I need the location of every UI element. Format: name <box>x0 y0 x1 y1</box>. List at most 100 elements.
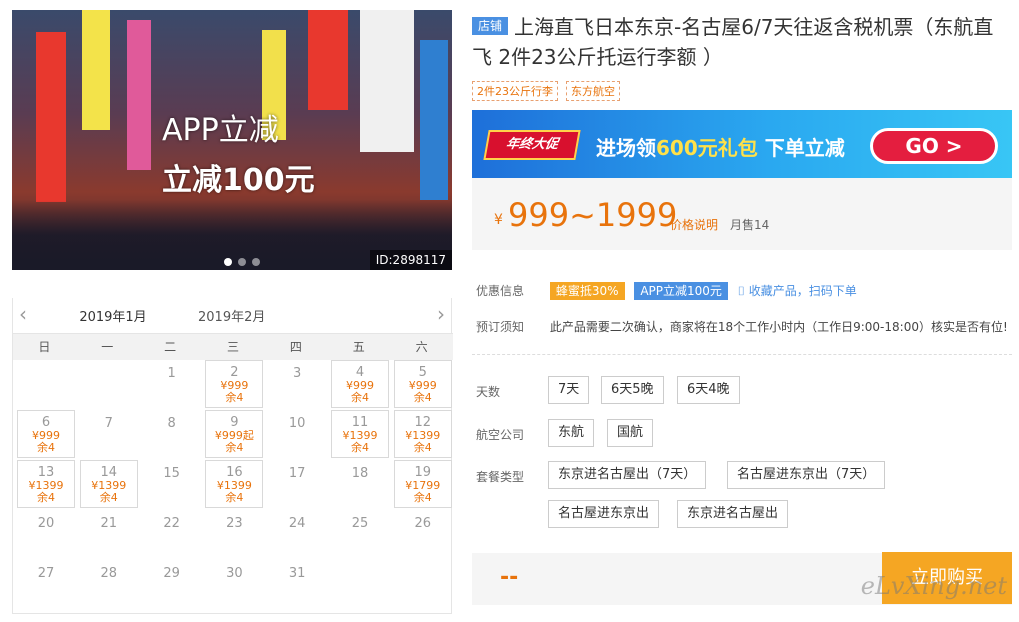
day-remaining: 余4 <box>37 491 55 504</box>
discount-app-tag[interactable]: APP立减100元 <box>634 282 728 300</box>
month-tab-active[interactable]: 2019年1月 <box>63 306 163 337</box>
day-number: 13 <box>37 465 55 480</box>
days-label: 天数 <box>476 385 501 399</box>
calendar-day-available[interactable]: 14 ¥1399 余4 <box>79 460 138 508</box>
day-number: 21 <box>100 516 118 531</box>
day-number: 3 <box>293 366 302 381</box>
product-title-text: 上海直飞日本东京-名古屋6/7天往返含税机票（东航直飞 2件23公斤托运行李额 … <box>472 15 994 69</box>
airline-option[interactable]: 东航 <box>548 419 595 447</box>
calendar-day: 7 <box>80 410 138 458</box>
neon-sign <box>420 40 448 200</box>
package-label: 套餐类型 <box>476 470 525 484</box>
day-number: 5 <box>418 365 427 380</box>
product-tags: 2件23公斤行李 东方航空 <box>472 81 620 101</box>
package-option[interactable]: 名古屋进东京出（7天） <box>727 461 886 489</box>
days-option[interactable]: 6天4晚 <box>677 376 740 404</box>
day-number: 22 <box>163 516 180 531</box>
go-button[interactable]: GO > <box>870 128 998 164</box>
day-number: 11 <box>351 415 369 430</box>
discount-row: 优惠信息 蜂蜜抵30% APP立减100元 ⌷ 收藏产品，扫码下单 <box>476 282 857 300</box>
calendar-day: 17 <box>268 460 326 508</box>
divider <box>472 354 1012 355</box>
calendar-day: 24 <box>268 510 326 558</box>
day-number: 20 <box>37 516 55 531</box>
next-month-icon[interactable]: › <box>437 302 445 326</box>
calendar-day-available[interactable]: 5 ¥999 余4 <box>393 360 452 408</box>
calendar-day: 20 <box>17 510 75 558</box>
collect-scan-link[interactable]: 收藏产品，扫码下单 <box>749 284 857 298</box>
banner-text: 进场领600元礼包 下单立减 <box>596 132 845 161</box>
booking-label: 预订须知 <box>476 320 525 334</box>
discount-honey-tag[interactable]: 蜂蜜抵30% <box>549 282 625 300</box>
calendar-day: 23 <box>205 510 263 558</box>
day-number: 17 <box>288 466 306 481</box>
carousel-dot[interactable] <box>238 258 246 266</box>
day-remaining: 余4 <box>413 441 432 454</box>
product-image[interactable]: APP立减 立减100元 ID:2898117 <box>12 10 452 270</box>
day-remaining: 余4 <box>413 491 432 504</box>
neon-sign <box>127 20 151 170</box>
calendar-day-available[interactable]: 19 ¥1799 余4 <box>393 460 452 508</box>
package-option[interactable]: 东京进名古屋出（7天） <box>548 461 707 489</box>
calendar-day-available[interactable]: 12 ¥1399 余4 <box>393 410 452 458</box>
package-option[interactable]: 东京进名古屋出 <box>677 500 789 528</box>
day-number: 8 <box>167 416 176 431</box>
package-option[interactable]: 名古屋进东京出 <box>548 500 660 528</box>
carousel-dot[interactable] <box>224 258 232 266</box>
carousel-dot[interactable] <box>252 258 260 266</box>
neon-sign <box>360 10 414 152</box>
banner-text-pre: 进场领 <box>596 136 656 160</box>
promo-line-2: 立减100元 <box>162 163 315 198</box>
tag-airline: 东方航空 <box>566 81 620 101</box>
calendar-day-available[interactable]: 13 ¥1399 余4 <box>17 460 75 508</box>
weekday-header: 日 一 二 三 四 五 六 <box>13 334 453 360</box>
calendar-day-available[interactable]: 2 ¥999 余4 <box>205 360 264 408</box>
day-number: 28 <box>100 566 118 581</box>
calendar-day: 27 <box>17 560 75 608</box>
prev-month-icon[interactable]: ‹ <box>19 302 27 326</box>
weekday: 五 <box>352 340 365 354</box>
image-id: ID:2898117 <box>369 250 452 270</box>
airline-option[interactable]: 国航 <box>607 419 654 447</box>
booking-row: 预订须知 此产品需要二次确认，商家将在18个工作小时内（工作日9:00-18:0… <box>476 318 1008 335</box>
calendar-day-available[interactable]: 4 ¥999 余4 <box>331 360 389 408</box>
month-tab[interactable]: 2019年2月 <box>198 306 265 325</box>
day-number: 23 <box>226 516 243 531</box>
monthly-sales: 月售14 <box>730 218 770 232</box>
calendar-day: 8 <box>143 410 201 458</box>
day-number: 7 <box>104 416 113 431</box>
calendar-day: 25 <box>331 510 389 558</box>
weekday: 六 <box>415 340 428 354</box>
calendar-day-available[interactable]: 11 ¥1399 余4 <box>331 410 389 458</box>
day-number: 16 <box>226 465 243 480</box>
day-number: 31 <box>288 566 306 581</box>
price-range: 999~1999 <box>508 196 678 234</box>
days-option[interactable]: 7天 <box>548 376 590 404</box>
tag-baggage: 2件23公斤行李 <box>472 81 558 101</box>
watermark: eLvXing.net <box>860 572 1007 600</box>
airline-label: 航空公司 <box>476 428 525 442</box>
day-remaining: 余4 <box>351 441 369 454</box>
day-number: 6 <box>41 415 51 430</box>
promo-line-1: APP立减 <box>162 113 279 148</box>
price-explain-link[interactable]: 价格说明 <box>670 216 718 233</box>
day-number: 10 <box>288 416 306 431</box>
day-number: 19 <box>414 465 432 480</box>
calendar-day: 15 <box>143 460 201 508</box>
shop-badge[interactable]: 店铺 <box>472 17 509 35</box>
calendar-header: ‹ 2019年1月 2019年2月 › <box>13 298 453 337</box>
day-remaining: 余4 <box>37 441 55 454</box>
year-end-sale-badge: 年终大促 <box>483 130 581 160</box>
days-option[interactable]: 6天5晚 <box>601 376 664 404</box>
calendar-day-available[interactable]: 6 ¥999 余4 <box>17 410 75 458</box>
carousel-dots[interactable] <box>224 258 260 266</box>
calendar-day-available[interactable]: 9 ¥999起 余4 <box>205 410 264 458</box>
day-number: 26 <box>414 516 432 531</box>
product-title: 店铺 上海直飞日本东京-名古屋6/7天往返含税机票（东航直飞 2件23公斤托运行李… <box>472 12 1012 72</box>
calendar-day-available[interactable]: 16 ¥1399 余4 <box>205 460 264 508</box>
qr-code-icon[interactable]: ⌷ <box>738 284 745 298</box>
banner-text-highlight: 600元礼包 <box>656 136 758 160</box>
day-number: 1 <box>167 366 176 381</box>
promo-banner[interactable]: 年终大促 进场领600元礼包 下单立减 GO > <box>472 110 1012 178</box>
day-number: 30 <box>226 566 243 581</box>
